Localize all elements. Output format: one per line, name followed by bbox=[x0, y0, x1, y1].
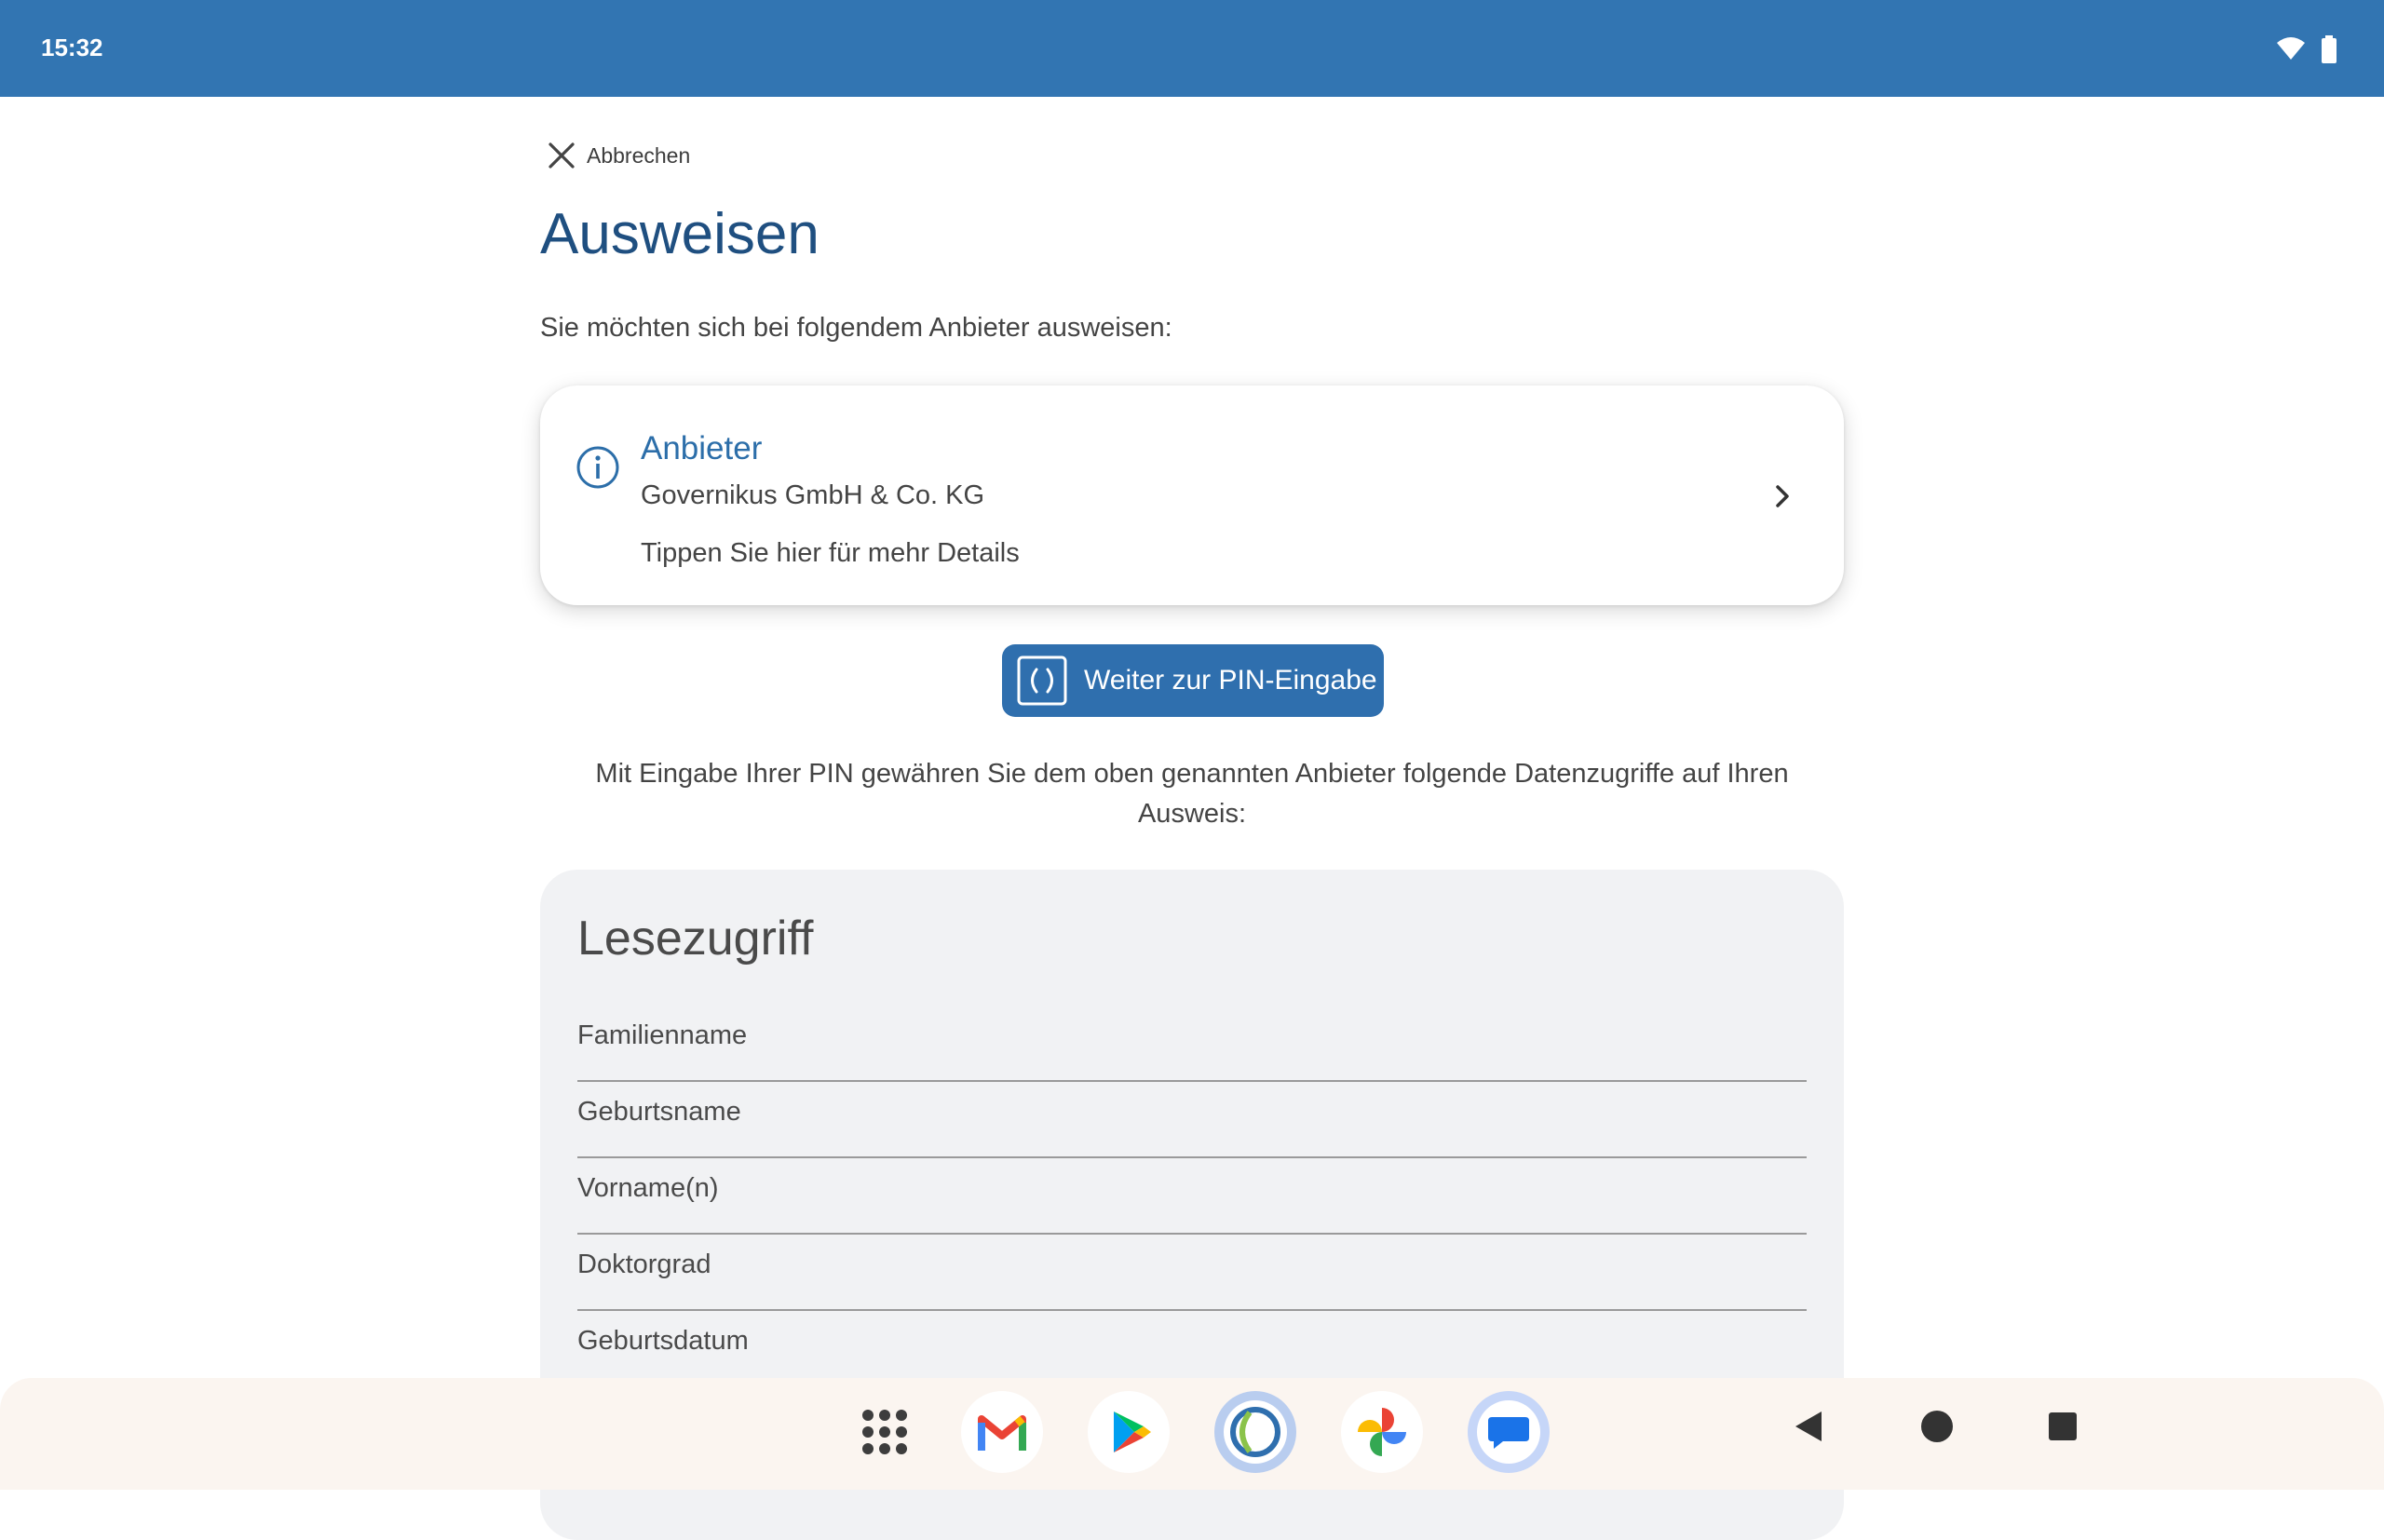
info-icon bbox=[576, 446, 619, 489]
list-item: Familienname bbox=[577, 1007, 1807, 1082]
page-title: Ausweisen bbox=[540, 202, 820, 266]
recents-icon[interactable] bbox=[2047, 1408, 2079, 1445]
page-subtitle: Sie möchten sich bei folgendem Anbieter … bbox=[540, 313, 1172, 343]
provider-card[interactable]: Anbieter Governikus GmbH & Co. KG Tippen… bbox=[540, 385, 1844, 605]
ausweisapp-icon[interactable] bbox=[1212, 1389, 1298, 1475]
consent-text: Mit Eingabe Ihrer PIN gewähren Sie dem o… bbox=[595, 759, 1789, 829]
taskbar bbox=[0, 1378, 2384, 1490]
list-item: Geburtsdatum bbox=[577, 1313, 1807, 1387]
wifi-icon bbox=[2277, 37, 2305, 60]
cancel-button[interactable]: Abbrechen bbox=[548, 142, 690, 169]
pin-entry-button[interactable]: Weiter zur PIN-Eingabe bbox=[1002, 644, 1384, 717]
home-icon[interactable] bbox=[1918, 1408, 1956, 1445]
system-icons bbox=[2276, 34, 2337, 65]
status-bar: 15:32 bbox=[0, 0, 2384, 97]
photos-icon[interactable] bbox=[1339, 1389, 1425, 1475]
play-store-icon[interactable] bbox=[1086, 1389, 1172, 1475]
gmail-icon[interactable] bbox=[959, 1389, 1045, 1475]
provider-name: Governikus GmbH & Co. KG bbox=[641, 480, 985, 510]
pin-entry-label: Weiter zur PIN-Eingabe bbox=[1084, 665, 1377, 696]
read-access-title: Lesezugriff bbox=[577, 912, 814, 966]
battery-icon bbox=[2322, 35, 2337, 63]
chevron-right-icon bbox=[1776, 485, 1789, 507]
provider-label: Anbieter bbox=[641, 430, 763, 466]
messages-icon[interactable] bbox=[1466, 1389, 1551, 1475]
list-item: Geburtsname bbox=[577, 1084, 1807, 1158]
provider-details-hint: Tippen Sie hier für mehr Details bbox=[641, 538, 1020, 568]
back-icon[interactable] bbox=[1792, 1408, 1825, 1445]
list-item: Doktorgrad bbox=[577, 1236, 1807, 1311]
list-item: Vorname(n) bbox=[577, 1160, 1807, 1235]
read-access-list: Familienname Geburtsname Vorname(n) Dokt… bbox=[577, 1007, 1807, 1389]
close-icon bbox=[549, 142, 575, 169]
status-time: 15:32 bbox=[41, 34, 103, 61]
pin-entry-icon bbox=[1017, 655, 1067, 706]
app-drawer-icon[interactable] bbox=[842, 1389, 928, 1475]
cancel-label: Abbrechen bbox=[587, 142, 691, 168]
